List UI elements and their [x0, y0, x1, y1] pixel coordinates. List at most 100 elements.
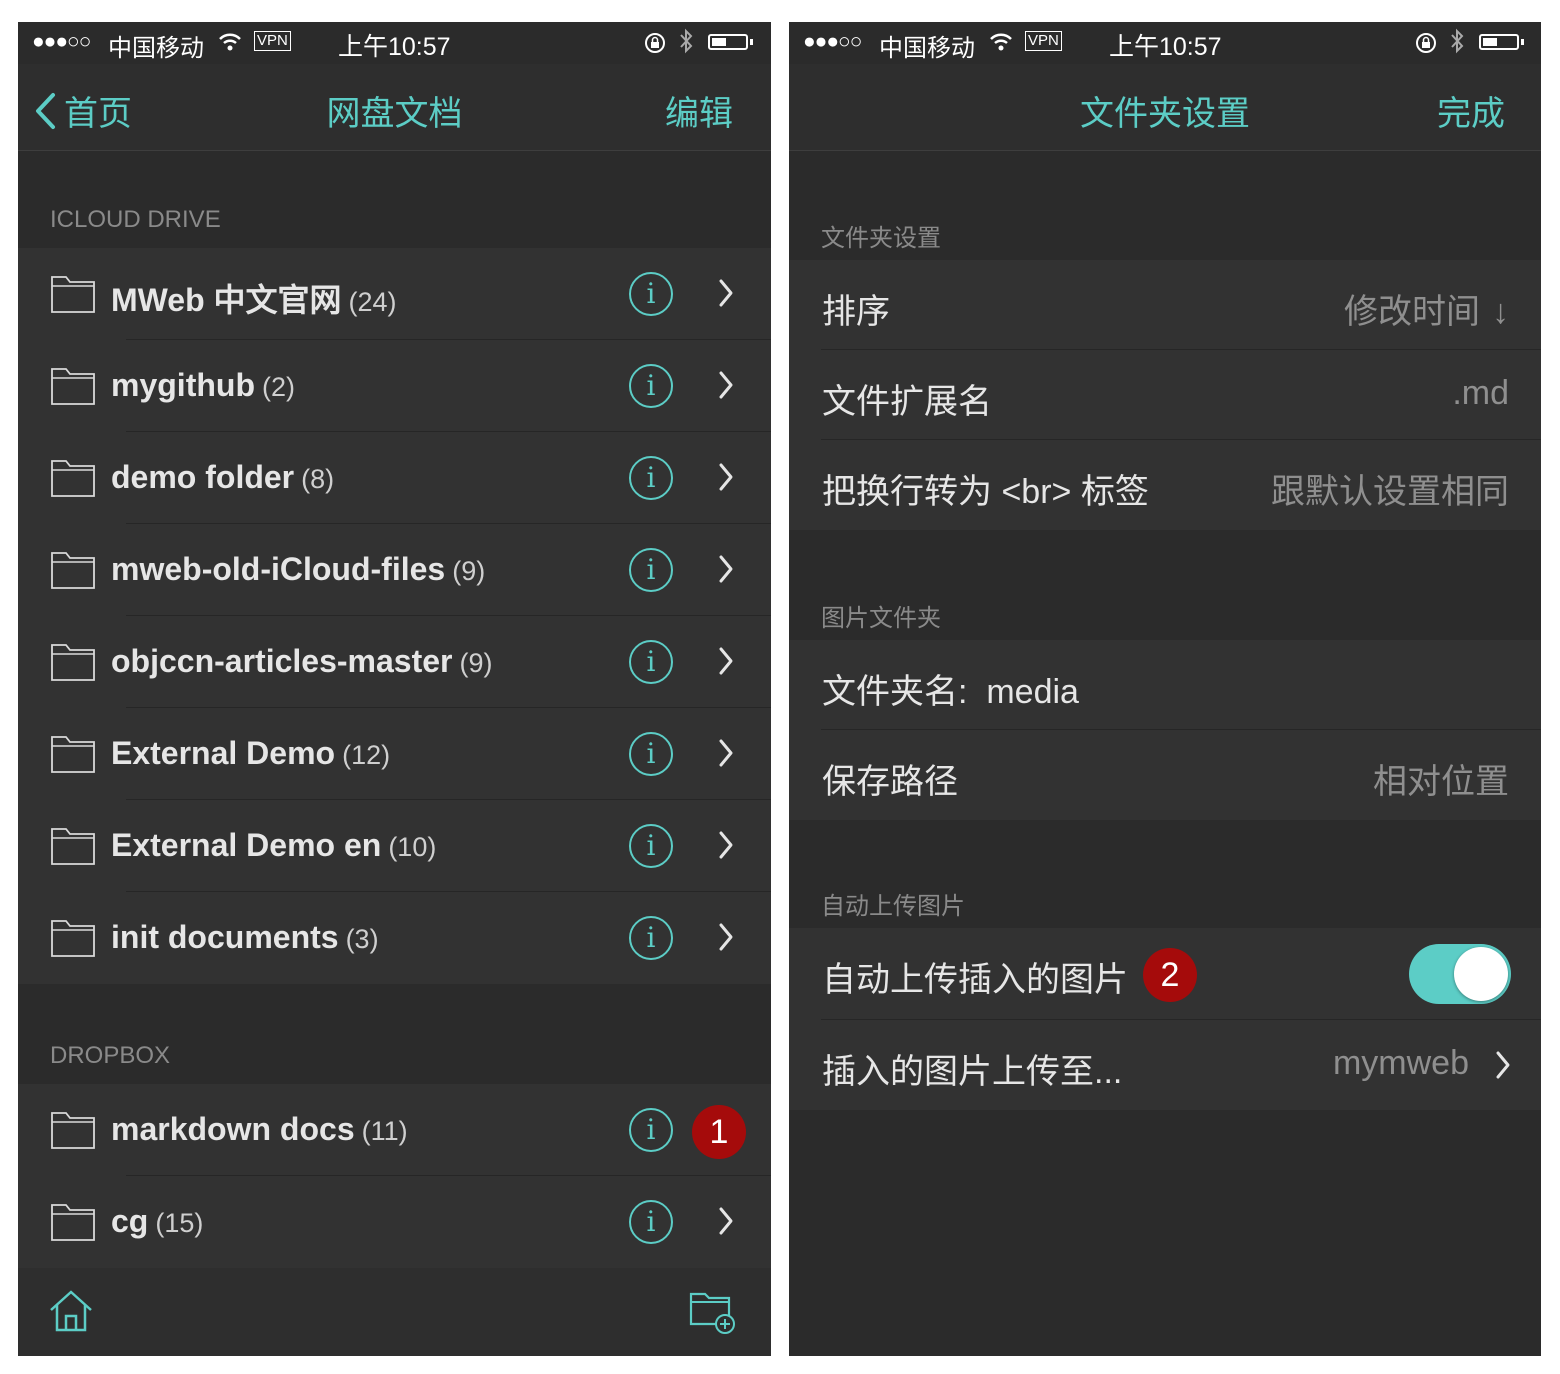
folder-row[interactable]: markdown docs (11) i [18, 1084, 771, 1176]
chevron-right-icon [718, 554, 734, 589]
extension-row[interactable]: 文件扩展名 .md [789, 350, 1541, 440]
folder-icon [50, 734, 96, 779]
signal-strength: ●●●○○ [32, 30, 91, 53]
battery-icon [1479, 34, 1519, 50]
upload-destination-label: 插入的图片上传至... [822, 1053, 1123, 1091]
folder-title: init documents [111, 919, 339, 955]
section-header-dropbox: DROPBOX [50, 1042, 171, 1069]
folder-row[interactable]: External Demo en (10) i [18, 800, 771, 892]
info-icon[interactable]: i [629, 640, 673, 684]
folder-name: External Demo (12) [111, 735, 390, 772]
extension-value: .md [1452, 374, 1509, 412]
annotation-badge-2: 2 [1143, 948, 1197, 1002]
chevron-right-icon [718, 462, 734, 497]
folder-name: demo folder (8) [111, 459, 334, 496]
folder-title: demo folder [111, 459, 295, 495]
folder-name: MWeb 中文官网 (24) [111, 275, 397, 321]
folder-name-row[interactable]: 文件夹名: media [789, 640, 1541, 730]
status-bar: ●●●○○ 中国移动 VPN 上午10:57 [789, 22, 1541, 64]
chevron-right-icon [1495, 1050, 1511, 1085]
section-header-auto-upload: 自动上传图片 [821, 893, 965, 920]
info-icon[interactable]: i [629, 548, 673, 592]
folder-settings-group: 排序 修改时间 ↓ 文件扩展名 .md 把换行转为 <br> 标签 跟默认设置相同 [789, 260, 1541, 530]
info-icon[interactable]: i [629, 364, 673, 408]
left-screen: ●●●○○ 中国移动 VPN 上午10:57 首页 网盘文档 编辑 ICLOUD… [18, 22, 771, 1356]
save-path-value: 相对位置 [1373, 763, 1509, 801]
wifi-icon [218, 32, 242, 57]
status-time: 上午10:57 [338, 33, 451, 61]
folder-row[interactable]: mygithub (2) i [18, 340, 771, 432]
edit-button[interactable]: 编辑 [665, 86, 733, 135]
folder-icon [50, 458, 96, 503]
folder-name-label: 文件夹名: media [822, 673, 1079, 711]
folder-title: mygithub [111, 367, 255, 403]
chevron-right-icon [718, 1206, 734, 1241]
signal-strength: ●●●○○ [803, 30, 862, 53]
chevron-right-icon [718, 830, 734, 865]
wifi-icon [989, 32, 1013, 57]
folder-title: cg [111, 1203, 149, 1239]
folder-count: (8) [301, 464, 335, 494]
folder-count: (11) [361, 1116, 408, 1146]
folder-icon [50, 1202, 96, 1247]
folder-row[interactable]: demo folder (8) i [18, 432, 771, 524]
folder-title: mweb-old-iCloud-files [111, 551, 446, 587]
annotation-badge-1: 1 [692, 1105, 746, 1159]
lock-icon [644, 32, 666, 59]
arrow-down-icon: ↓ [1492, 293, 1509, 331]
folder-title: objccn-articles-master [111, 643, 453, 679]
bluetooth-icon [1449, 28, 1465, 60]
section-header-folder-settings: 文件夹设置 [821, 225, 941, 252]
info-icon[interactable]: i [629, 272, 673, 316]
save-path-row[interactable]: 保存路径 相对位置 [789, 730, 1541, 820]
folder-row[interactable]: cg (15) i [18, 1176, 771, 1268]
info-icon[interactable]: i [629, 1108, 673, 1152]
linebreak-row[interactable]: 把换行转为 <br> 标签 跟默认设置相同 [789, 440, 1541, 530]
folder-icon [50, 642, 96, 687]
extension-label: 文件扩展名 [822, 383, 992, 421]
sort-row[interactable]: 排序 修改时间 ↓ [789, 260, 1541, 350]
folder-name: mweb-old-iCloud-files (9) [111, 551, 485, 588]
chevron-right-icon [718, 922, 734, 957]
folder-title: MWeb 中文官网 [111, 282, 342, 318]
folder-row[interactable]: objccn-articles-master (9) i [18, 616, 771, 708]
folder-name: mygithub (2) [111, 367, 295, 404]
chevron-right-icon [718, 738, 734, 773]
folder-name: External Demo en (10) [111, 827, 436, 864]
done-button[interactable]: 完成 [1437, 86, 1505, 135]
home-icon[interactable] [48, 1288, 94, 1339]
save-path-label: 保存路径 [822, 763, 958, 801]
folder-count: (9) [452, 556, 486, 586]
folder-row[interactable]: init documents (3) i [18, 892, 771, 984]
info-icon[interactable]: i [629, 732, 673, 776]
folder-title: External Demo [111, 735, 336, 771]
auto-upload-toggle[interactable] [1409, 944, 1511, 1004]
page-title: 文件夹设置 [1080, 95, 1250, 133]
chevron-right-icon [718, 370, 734, 405]
status-bar: ●●●○○ 中国移动 VPN 上午10:57 [18, 22, 771, 64]
info-icon[interactable]: i [629, 1200, 673, 1244]
chevron-right-icon [718, 278, 734, 313]
folder-count: (3) [345, 924, 379, 954]
lock-icon [1415, 32, 1437, 59]
dropbox-folder-list: markdown docs (11) i cg (15) i [18, 1084, 771, 1268]
page-title: 网盘文档 [326, 95, 463, 133]
folder-title: markdown docs [111, 1111, 355, 1147]
folder-row[interactable]: External Demo (12) i [18, 708, 771, 800]
folder-name: markdown docs (11) [111, 1111, 408, 1148]
folder-icon [50, 274, 96, 319]
linebreak-label: 把换行转为 <br> 标签 [822, 473, 1149, 511]
carrier-name: 中国移动 [879, 35, 975, 62]
folder-title: External Demo en [111, 827, 382, 863]
folder-row[interactable]: mweb-old-iCloud-files (9) i [18, 524, 771, 616]
right-screen: ●●●○○ 中国移动 VPN 上午10:57 文件夹设置 完成 文件夹设置 排序… [789, 22, 1541, 1356]
upload-destination-row[interactable]: 插入的图片上传至... mymweb [789, 1020, 1541, 1110]
info-icon[interactable]: i [629, 916, 673, 960]
carrier-name: 中国移动 [108, 35, 204, 62]
auto-upload-label: 自动上传插入的图片 [822, 961, 1128, 999]
info-icon[interactable]: i [629, 456, 673, 500]
info-icon[interactable]: i [629, 824, 673, 868]
linebreak-value: 跟默认设置相同 [1271, 473, 1509, 511]
new-folder-icon[interactable] [689, 1288, 737, 1339]
folder-row[interactable]: MWeb 中文官网 (24) i [18, 248, 771, 340]
